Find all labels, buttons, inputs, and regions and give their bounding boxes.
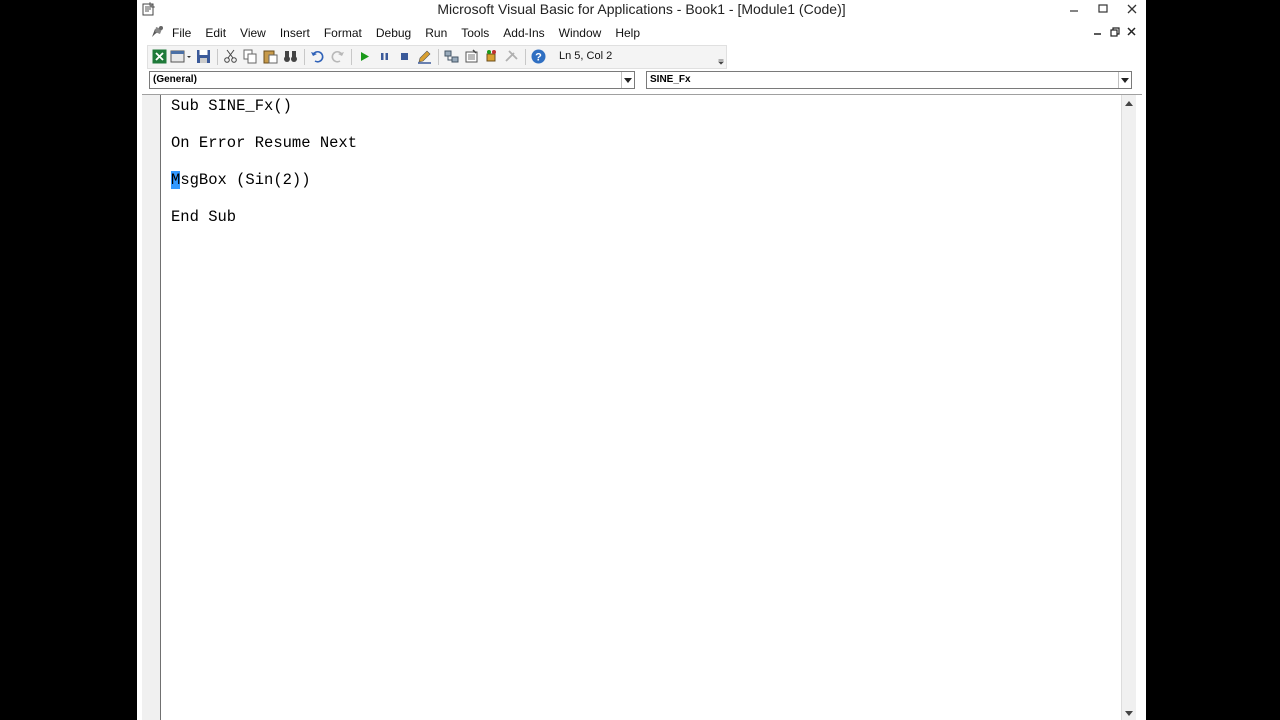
project-explorer-button[interactable] — [442, 48, 460, 65]
project-explorer-icon — [444, 50, 458, 63]
svg-text:?: ? — [535, 52, 542, 64]
play-icon — [360, 52, 369, 61]
chevron-down-icon[interactable] — [1118, 72, 1131, 88]
menu-tools[interactable]: Tools — [461, 26, 489, 40]
restore-icon — [1109, 27, 1120, 37]
code-window[interactable]: Sub SINE_Fx() On Error Resume Next MsgBo… — [142, 94, 1142, 720]
save-button[interactable] — [194, 48, 212, 65]
run-sub-button[interactable] — [355, 48, 373, 65]
object-dropdown-value: (General) — [153, 74, 197, 85]
paste-button[interactable] — [261, 48, 279, 65]
toolbox-icon — [504, 50, 518, 62]
menu-file[interactable]: File — [172, 26, 191, 40]
minimize-icon — [1069, 9, 1078, 12]
close-icon — [1127, 4, 1136, 13]
margin-indicator-bar[interactable] — [142, 95, 161, 720]
menu-run[interactable]: Run — [425, 26, 447, 40]
code-editor[interactable]: Sub SINE_Fx() On Error Resume Next MsgBo… — [171, 95, 1121, 720]
menu-bar: File Edit View Insert Format Debug Run T… — [137, 23, 1146, 43]
redo-icon — [331, 51, 344, 63]
help-icon: ? — [531, 49, 545, 64]
menu-debug[interactable]: Debug — [376, 26, 411, 40]
object-dropdown[interactable]: (General) — [149, 71, 635, 89]
procedure-dropdown[interactable]: SINE_Fx — [646, 71, 1132, 89]
text-cursor-selection: M — [171, 171, 181, 189]
scroll-down-button[interactable] — [1122, 707, 1136, 719]
menu-format[interactable]: Format — [324, 26, 362, 40]
maximize-button[interactable] — [1088, 0, 1117, 17]
find-button[interactable] — [281, 48, 299, 65]
title-bar[interactable]: Microsoft Visual Basic for Applications … — [137, 0, 1146, 19]
help-button[interactable]: ? — [529, 48, 547, 65]
child-close-button[interactable] — [1123, 27, 1140, 40]
toolbox-button[interactable] — [502, 48, 520, 65]
vba-editor-window: Microsoft Visual Basic for Applications … — [137, 0, 1146, 720]
menu-add-ins[interactable]: Add-Ins — [503, 26, 544, 40]
pause-icon — [380, 53, 388, 60]
cursor-position-status: Ln 5, Col 2 — [559, 50, 613, 62]
chevron-down-icon[interactable] — [621, 72, 634, 88]
view-excel-button[interactable] — [150, 48, 168, 65]
reset-button[interactable] — [395, 48, 413, 65]
object-browser-button[interactable] — [482, 48, 500, 65]
insert-userform-icon — [170, 50, 191, 63]
redo-button[interactable] — [328, 48, 346, 65]
child-minimize-button[interactable] — [1089, 27, 1106, 40]
code-line-2[interactable]: On Error Resume Next — [171, 133, 357, 153]
properties-icon — [465, 49, 477, 63]
procedure-dropdown-value: SINE_Fx — [650, 74, 691, 85]
design-mode-button[interactable] — [415, 48, 433, 65]
object-browser-icon — [486, 50, 496, 62]
paste-icon — [263, 50, 277, 64]
code-window-combos: (General) SINE_Fx — [149, 71, 1133, 89]
properties-window-button[interactable] — [462, 48, 480, 65]
scissors-icon — [223, 49, 237, 63]
chevron-up-icon — [1125, 100, 1133, 106]
standard-toolbar: ? Ln 5, Col 2 — [147, 45, 727, 69]
design-mode-icon — [417, 50, 431, 64]
stop-icon — [400, 53, 408, 60]
module-icon[interactable] — [149, 24, 165, 40]
minimize-button[interactable] — [1059, 0, 1088, 17]
menu-insert[interactable]: Insert — [280, 26, 310, 40]
break-button[interactable] — [375, 48, 393, 65]
code-line-4[interactable]: End Sub — [171, 207, 236, 227]
code-line-3[interactable]: MsgBox (Sin(2)) — [171, 170, 311, 190]
undo-icon — [310, 51, 323, 63]
close-icon — [1127, 27, 1136, 36]
binoculars-icon — [283, 51, 297, 62]
close-button[interactable] — [1117, 0, 1146, 17]
toolbar-options-icon[interactable] — [718, 48, 724, 66]
excel-icon — [152, 49, 166, 64]
window-title: Microsoft Visual Basic for Applications … — [437, 1, 846, 17]
menu-view[interactable]: View — [240, 26, 266, 40]
minimize-icon — [1094, 33, 1101, 35]
cut-button[interactable] — [221, 48, 239, 65]
copy-icon — [243, 49, 256, 64]
undo-button[interactable] — [308, 48, 326, 65]
copy-button[interactable] — [241, 48, 259, 65]
menu-edit[interactable]: Edit — [205, 26, 226, 40]
scroll-up-button[interactable] — [1122, 97, 1136, 109]
maximize-icon — [1097, 3, 1108, 13]
menu-help[interactable]: Help — [615, 26, 640, 40]
code-line-3-rest: sgBox (Sin(2)) — [180, 171, 311, 189]
insert-userform-button[interactable] — [170, 48, 192, 65]
save-icon — [196, 50, 210, 63]
chevron-down-icon — [1125, 710, 1133, 716]
vertical-scrollbar[interactable] — [1121, 95, 1136, 720]
code-line-1[interactable]: Sub SINE_Fx() — [171, 96, 292, 116]
menu-window[interactable]: Window — [559, 26, 602, 40]
child-restore-button[interactable] — [1106, 27, 1123, 40]
